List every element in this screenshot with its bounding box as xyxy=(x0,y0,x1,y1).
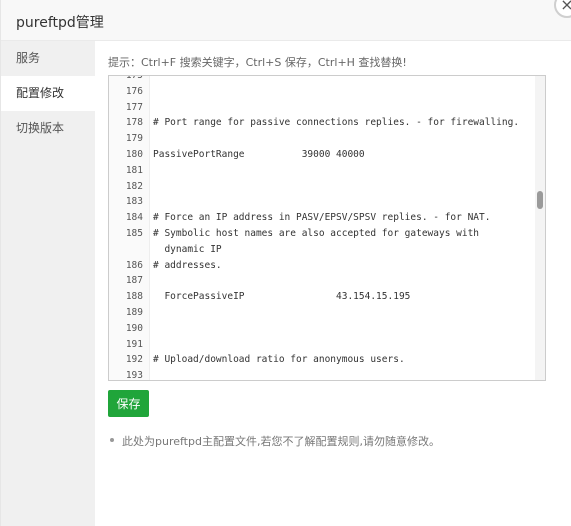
code-line[interactable]: 186 # addresses. xyxy=(109,258,545,274)
line-number: 188 xyxy=(125,291,143,303)
code-line[interactable]: 177 xyxy=(109,100,545,116)
line-number: 189 xyxy=(125,307,143,318)
line-number: 187 xyxy=(125,275,143,287)
shortcut-hint: 提示：Ctrl+F 搜索关键字，Ctrl+S 保存，Ctrl+H 查找替换! xyxy=(108,56,407,69)
code-line[interactable]: 176 xyxy=(109,84,545,100)
code-line[interactable]: 185 # Symbolic host names are also accept… xyxy=(109,226,545,242)
note-text: 此处为pureftpd主配置文件,若您不了解配置规则,请勿随意修改。 xyxy=(122,435,440,448)
scrollbar-thumb[interactable] xyxy=(537,191,543,209)
code-line[interactable]: 175 xyxy=(109,75,545,84)
line-number: 180 xyxy=(125,149,143,160)
code-line[interactable]: 180 PassivePortRange 39000 40000 xyxy=(109,147,545,163)
line-number: 191 xyxy=(125,338,143,350)
code-line[interactable]: dynamic IP xyxy=(109,242,545,258)
line-number: 176 xyxy=(125,85,143,97)
line-number: 182 xyxy=(125,180,143,192)
line-number: 190 xyxy=(125,322,143,334)
line-number: 175 xyxy=(125,75,143,81)
note-item: 此处为pureftpd主配置文件,若您不了解配置规则,请勿随意修改。 xyxy=(108,433,440,449)
code-line[interactable]: 181 xyxy=(109,163,545,179)
sidebar: 服务 配置修改 切换版本 xyxy=(1,41,95,526)
code-line[interactable]: 192 # Upload/download ratio for anonymous… xyxy=(109,352,545,368)
line-text: # Force an IP address in PASV/EPSV/SPSV … xyxy=(153,212,491,224)
line-text: dynamic IP xyxy=(153,243,222,255)
sidebar-item-service[interactable]: 服务 xyxy=(1,41,95,76)
config-editor[interactable]: 175 176 177 178 # Port range for passive con… xyxy=(108,75,546,381)
line-number: 177 xyxy=(125,101,143,113)
sidebar-item-version[interactable]: 切换版本 xyxy=(1,111,95,146)
editor-scrollbar[interactable] xyxy=(535,76,545,380)
line-number: 181 xyxy=(125,164,143,176)
main-content: 提示：Ctrl+F 搜索关键字，Ctrl+S 保存，Ctrl+H 查找替换! 1… xyxy=(95,41,571,526)
line-number: 179 xyxy=(125,133,143,145)
save-button[interactable]: 保存 xyxy=(108,390,149,417)
bullet-icon xyxy=(110,438,114,442)
line-number: 186 xyxy=(125,259,143,271)
line-number: 193 xyxy=(125,370,143,381)
line-number: 183 xyxy=(125,196,143,208)
code-line[interactable]: 188 ForcePassiveIP 43.154.15.195 xyxy=(109,289,545,305)
dialog-titlebar[interactable]: pureftpd管理 xyxy=(1,0,571,41)
pureftpd-dialog: pureftpd管理 服务 配置修改 切换版本 提示：Ctrl+F 搜索关键字，… xyxy=(0,0,571,526)
code-line[interactable]: 187 xyxy=(109,273,545,289)
code-line[interactable]: 193 xyxy=(109,368,545,381)
line-number: 184 xyxy=(125,212,143,224)
code-line[interactable]: 183 xyxy=(109,194,545,210)
code-line[interactable]: 191 xyxy=(109,337,545,353)
line-text: # Symbolic host names are also accepted … xyxy=(153,228,480,239)
code-line[interactable]: 179 xyxy=(109,131,545,147)
line-number: 192 xyxy=(125,354,143,366)
line-number: 178 xyxy=(125,117,143,129)
line-text: # Port range for passive connections rep… xyxy=(153,117,520,129)
line-text: ForcePassiveIP 43.154.15.195 xyxy=(153,291,411,303)
code-line[interactable]: 184 # Force an IP address in PASV/EPSV/SP… xyxy=(109,210,545,226)
code-line[interactable]: 178 # Port range for passive connections … xyxy=(109,115,545,131)
code-line[interactable]: 182 xyxy=(109,179,545,195)
notes-list: 此处为pureftpd主配置文件,若您不了解配置规则,请勿随意修改。 xyxy=(108,433,440,449)
sidebar-item-config[interactable]: 配置修改 xyxy=(1,76,95,111)
line-text: # addresses. xyxy=(153,259,222,271)
line-text: PassivePortRange 39000 40000 xyxy=(153,149,365,160)
dialog-title: pureftpd管理 xyxy=(16,15,104,31)
code-line[interactable]: 190 xyxy=(109,321,545,337)
line-number: 185 xyxy=(125,228,143,239)
code-line[interactable]: 189 xyxy=(109,305,545,321)
line-text: # Upload/download ratio for anonymous us… xyxy=(153,354,405,366)
